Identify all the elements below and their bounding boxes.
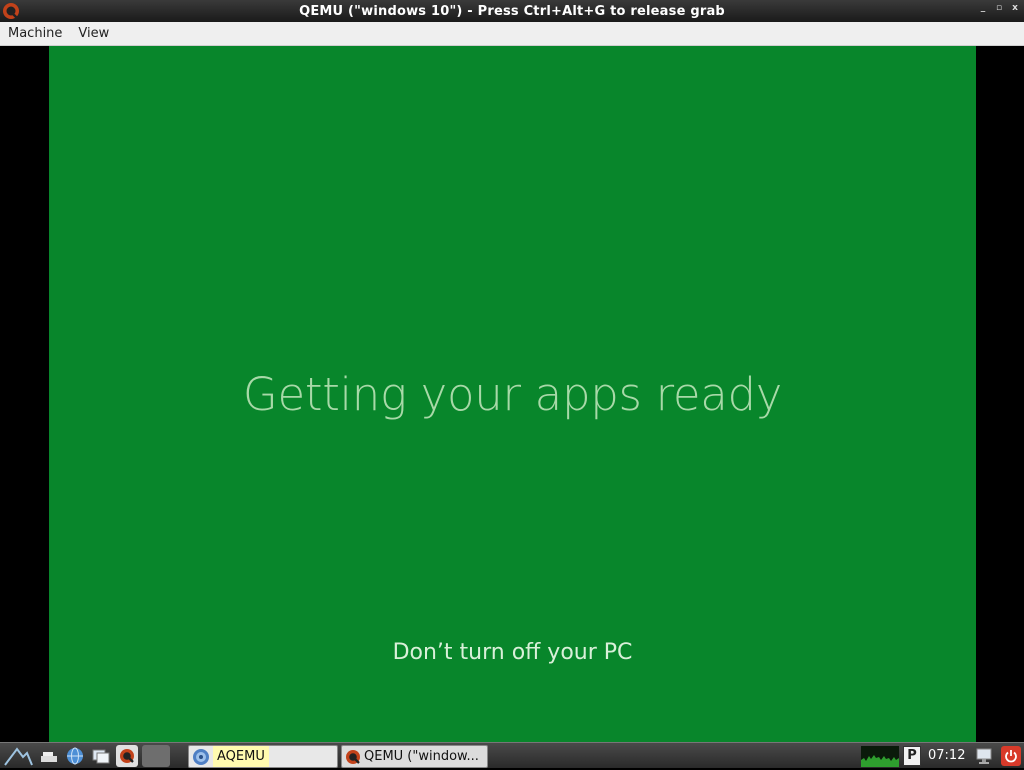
aqemu-icon bbox=[189, 748, 213, 766]
network-icon[interactable] bbox=[975, 746, 993, 766]
cpu-monitor-graph[interactable] bbox=[861, 746, 899, 767]
qemu-launcher-icon[interactable] bbox=[116, 744, 138, 767]
window-title: QEMU ("windows 10") - Press Ctrl+Alt+G t… bbox=[299, 3, 725, 19]
power-icon[interactable] bbox=[1001, 746, 1021, 766]
browser-globe-icon[interactable] bbox=[64, 745, 86, 767]
start-menu-icon[interactable] bbox=[2, 745, 34, 767]
setup-headline: Getting your apps ready bbox=[242, 368, 783, 421]
task-aqemu[interactable]: AQEMU bbox=[188, 745, 338, 768]
setup-subline: Don’t turn off your PC bbox=[392, 640, 633, 665]
qemu-app-icon bbox=[2, 2, 20, 20]
maximize-button[interactable]: ▫ bbox=[994, 3, 1004, 13]
task-qemu-label: QEMU ("window... bbox=[364, 749, 479, 764]
minimize-button[interactable]: _ bbox=[978, 3, 988, 13]
clock[interactable]: 07:12 bbox=[928, 743, 965, 769]
window-switcher-icon[interactable] bbox=[90, 745, 112, 767]
task-qemu-windows[interactable]: QEMU ("window... bbox=[341, 745, 488, 768]
taskbar: AQEMU QEMU ("window... P 07:12 bbox=[0, 742, 1024, 768]
pager-icon[interactable]: P bbox=[903, 746, 921, 766]
menu-view[interactable]: View bbox=[70, 22, 117, 46]
blank-launcher-icon[interactable] bbox=[142, 744, 170, 767]
close-button[interactable]: x bbox=[1010, 3, 1020, 13]
show-desktop-icon[interactable] bbox=[38, 745, 60, 767]
task-aqemu-label: AQEMU bbox=[213, 746, 269, 767]
window-controls: _ ▫ x bbox=[978, 3, 1020, 13]
guest-screen[interactable]: Getting your apps ready Don’t turn off y… bbox=[49, 46, 976, 742]
menu-bar: Machine View bbox=[0, 22, 1024, 46]
menu-machine[interactable]: Machine bbox=[0, 22, 70, 46]
window-titlebar[interactable]: QEMU ("windows 10") - Press Ctrl+Alt+G t… bbox=[0, 0, 1024, 22]
qemu-task-icon bbox=[342, 748, 364, 766]
vm-display[interactable]: Getting your apps ready Don’t turn off y… bbox=[0, 46, 1024, 742]
